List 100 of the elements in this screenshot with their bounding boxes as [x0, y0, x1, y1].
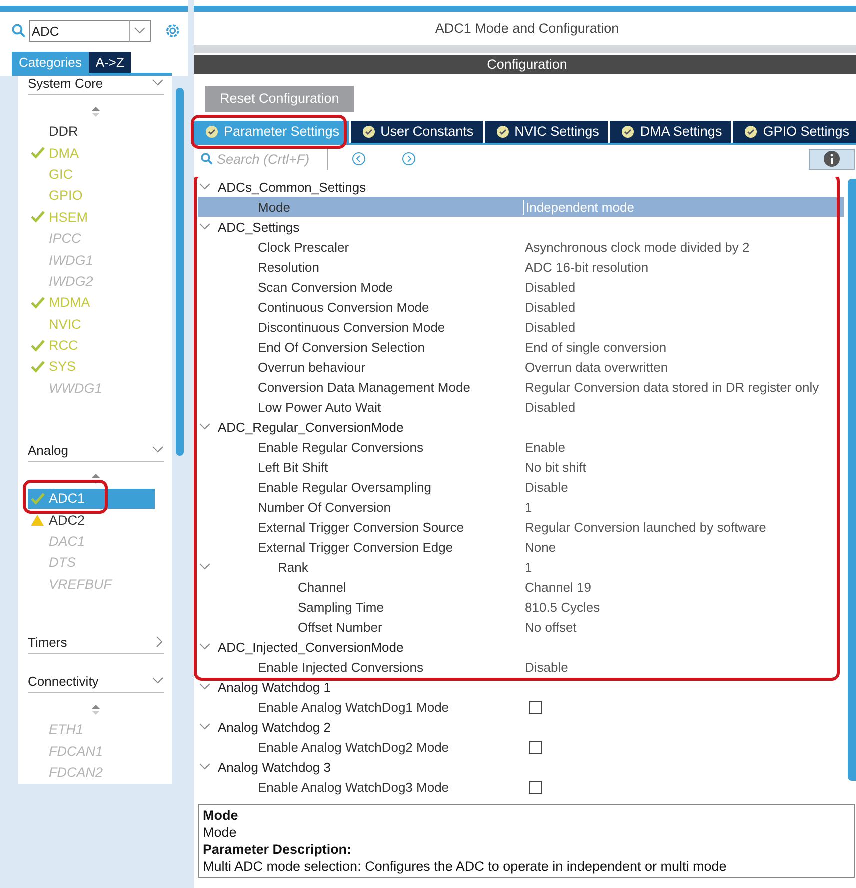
category-header[interactable]: System Core: [28, 76, 164, 95]
settings-tab[interactable]: NVIC Settings: [484, 120, 610, 143]
parameter-value[interactable]: Channel 19: [523, 580, 592, 594]
info-button[interactable]: [808, 148, 854, 170]
parameter-label: External Trigger Conversion Source: [258, 520, 465, 534]
parameter-label: Scan Conversion Mode: [258, 280, 394, 294]
description-text: Multi ADC mode selection: Configures the ADC to operate in independent or multi mode: [203, 859, 728, 874]
search-field[interactable]: ADC: [28, 20, 129, 42]
info-icon: [824, 151, 840, 168]
parameter-label: Enable Analog WatchDog2 Mode: [258, 740, 450, 754]
scroll-up-icon[interactable]: [92, 107, 100, 117]
checkbox[interactable]: [529, 740, 542, 754]
chevron-down-icon[interactable]: [199, 763, 211, 771]
check-circle-icon: [362, 126, 375, 138]
parameter-label: Low Power Auto Wait: [258, 400, 382, 414]
parameter-label: Enable Regular Conversions: [258, 440, 424, 454]
parameter-value[interactable]: Disabled: [523, 300, 576, 314]
parameter-value[interactable]: Asynchronous clock mode divided by 2: [523, 240, 750, 254]
check-circle-icon: [745, 126, 758, 138]
peripheral-item[interactable]: ADC2: [28, 510, 155, 530]
parameter-value[interactable]: Disabled: [523, 280, 576, 294]
group-label: ADC_Settings: [218, 220, 301, 234]
group-label: Analog Watchdog 1: [218, 680, 332, 694]
parameter-value[interactable]: Regular Conversion launched by software: [523, 520, 766, 534]
parameter-label: Sampling Time: [298, 600, 385, 614]
group-label: ADC_Injected_ConversionMode: [218, 640, 405, 654]
parameter-label: Mode: [258, 200, 292, 214]
parameter-value[interactable]: ADC 16-bit resolution: [523, 260, 649, 274]
check-circle-icon: [622, 126, 634, 138]
scrollbar-thumb[interactable]: [176, 88, 184, 456]
parameter-value[interactable]: Disabled: [523, 320, 576, 334]
parameter-value[interactable]: Disable: [523, 480, 568, 494]
check-circle-icon: [496, 126, 509, 138]
next-button[interactable]: [402, 152, 416, 166]
parameter-value[interactable]: Disable: [523, 660, 568, 674]
dropdown-button[interactable]: [128, 20, 152, 42]
check-icon: [30, 211, 44, 224]
chevron-down-icon[interactable]: [199, 183, 211, 191]
settings-icon[interactable]: [164, 22, 182, 40]
settings-tab[interactable]: DMA Settings: [610, 120, 734, 143]
selected-row[interactable]: Mode Independent mode: [198, 197, 844, 217]
parameter-label: External Trigger Conversion Edge: [258, 540, 454, 554]
parameter-label: Clock Prescaler: [258, 240, 350, 254]
description-title: Mode: [203, 808, 240, 823]
group-label: ADCs_Common_Settings: [218, 180, 368, 194]
parameter-label: Left Bit Shift: [258, 460, 330, 474]
parameter-value[interactable]: No offset: [523, 620, 577, 634]
parameter-label: Discontinuous Conversion Mode: [258, 320, 446, 334]
parameter-label: Resolution: [258, 260, 320, 274]
parameter-value[interactable]: Regular Conversion data stored in DR register only: [523, 380, 820, 394]
parameter-value[interactable]: 810.5 Cycles: [523, 600, 600, 614]
settings-tab[interactable]: GPIO Settings: [733, 120, 856, 143]
chevron-right-icon: [156, 636, 164, 648]
scroll-up-icon[interactable]: [92, 705, 100, 716]
parameter-label: Channel: [298, 580, 348, 594]
parameter-value[interactable]: Overrun data overwritten: [523, 360, 668, 374]
parameter-value[interactable]: 1: [523, 560, 532, 574]
settings-tab[interactable]: User Constants: [350, 120, 485, 143]
view-tab[interactable]: A->Z: [88, 52, 132, 73]
search-icon: [12, 24, 26, 38]
parameter-value[interactable]: None: [523, 540, 556, 554]
parameter-value[interactable]: Disabled: [523, 400, 576, 414]
check-icon: [30, 340, 44, 352]
section-bar: Configuration: [194, 55, 856, 74]
parameter-value[interactable]: No bit shift: [523, 460, 586, 474]
chevron-down-icon[interactable]: [199, 683, 211, 691]
parameter-label: Offset Number: [298, 620, 384, 634]
chevron-right-icon: [402, 152, 416, 166]
check-icon: [30, 296, 44, 309]
group-label: ADC_Regular_ConversionMode: [218, 420, 405, 434]
description-heading: Parameter Description:: [203, 842, 353, 857]
check-circle-icon: [206, 126, 218, 138]
parameter-label: Rank: [278, 560, 310, 574]
chevron-down-icon: [152, 677, 164, 686]
check-icon: [30, 360, 44, 373]
previous-button[interactable]: [352, 152, 366, 166]
parameter-label: Enable Analog WatchDog1 Mode: [258, 700, 450, 714]
search-icon: [201, 153, 213, 166]
parameter-value[interactable]: 1: [523, 500, 532, 514]
chevron-down-icon: [134, 27, 146, 35]
search-field[interactable]: Search (Crtl+F): [215, 148, 328, 170]
parameter-label: End Of Conversion Selection: [258, 340, 426, 354]
chevron-down-icon[interactable]: [199, 723, 211, 731]
parameter-label: Continuous Conversion Mode: [258, 300, 430, 314]
chevron-down-icon[interactable]: [199, 643, 211, 651]
group-label: Analog Watchdog 2: [218, 720, 332, 734]
description-name: Mode: [203, 825, 238, 840]
parameter-label: Enable Analog WatchDog3 Mode: [258, 780, 450, 794]
parameter-label: Conversion Data Management Mode: [258, 380, 472, 394]
chevron-down-icon[interactable]: [199, 423, 211, 431]
chevron-down-icon[interactable]: [199, 563, 211, 571]
check-icon: [30, 147, 44, 160]
peripheral-item[interactable]: DDR: [28, 122, 155, 142]
chevron-down-icon[interactable]: [199, 223, 211, 231]
checkbox[interactable]: [529, 700, 542, 714]
parameter-value[interactable]: End of single conversion: [523, 340, 667, 354]
parameter-label: Overrun behaviour: [258, 360, 367, 374]
parameter-value[interactable]: Enable: [523, 440, 566, 454]
checkbox[interactable]: [529, 780, 542, 794]
chevron-down-icon: [152, 446, 164, 454]
